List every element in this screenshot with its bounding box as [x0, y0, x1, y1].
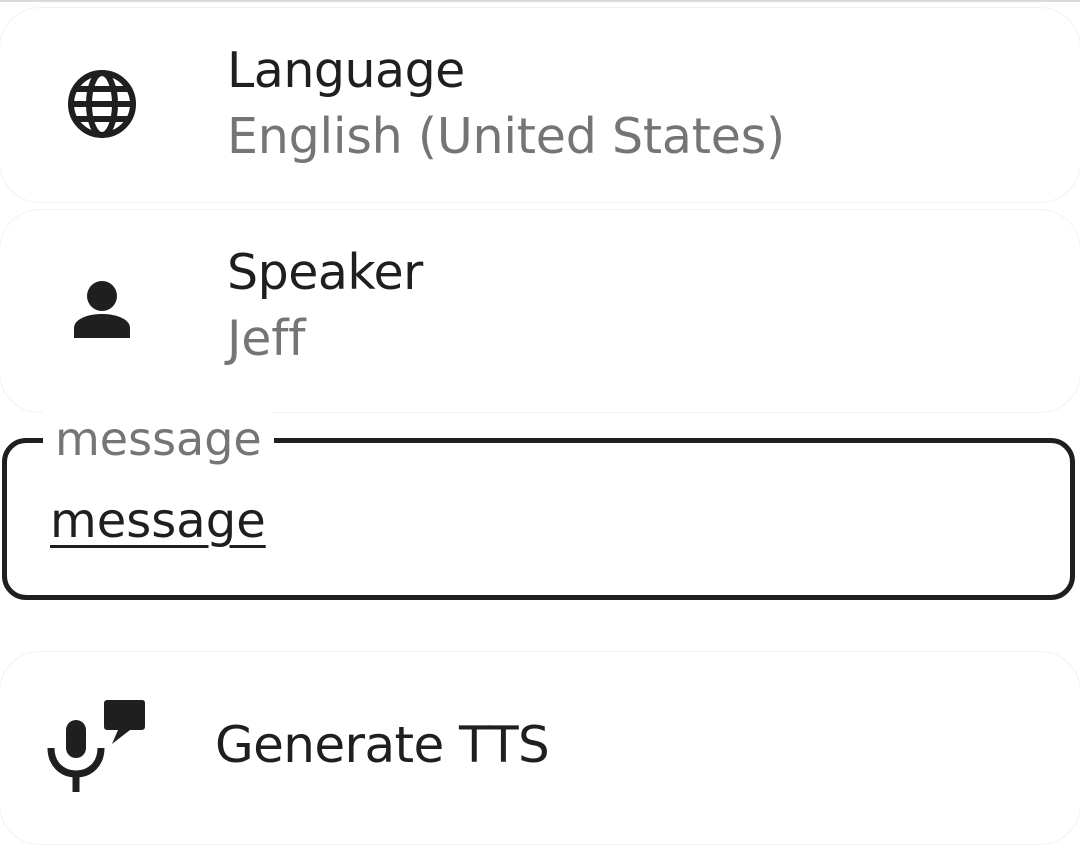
- speaker-title: Speaker: [227, 244, 423, 301]
- message-field-label: message: [43, 409, 274, 469]
- generate-tts-label: Generate TTS: [215, 716, 550, 774]
- speaker-value: Jeff: [227, 310, 306, 367]
- language-setting-item[interactable]: Language English (United States): [0, 8, 1080, 202]
- language-value: English (United States): [227, 108, 785, 165]
- record-voice-icon: [46, 698, 146, 798]
- speaker-setting-item[interactable]: Speaker Jeff: [0, 210, 1080, 412]
- tts-settings-screen: Language English (United States) Speaker…: [0, 0, 1080, 852]
- top-divider: [0, 0, 1080, 2]
- globe-icon: [64, 66, 140, 142]
- message-input[interactable]: message: [50, 493, 266, 549]
- language-title: Language: [227, 42, 465, 99]
- generate-tts-button[interactable]: Generate TTS: [0, 652, 1080, 844]
- person-icon: [70, 276, 134, 340]
- message-text-field[interactable]: message message: [2, 409, 1075, 600]
